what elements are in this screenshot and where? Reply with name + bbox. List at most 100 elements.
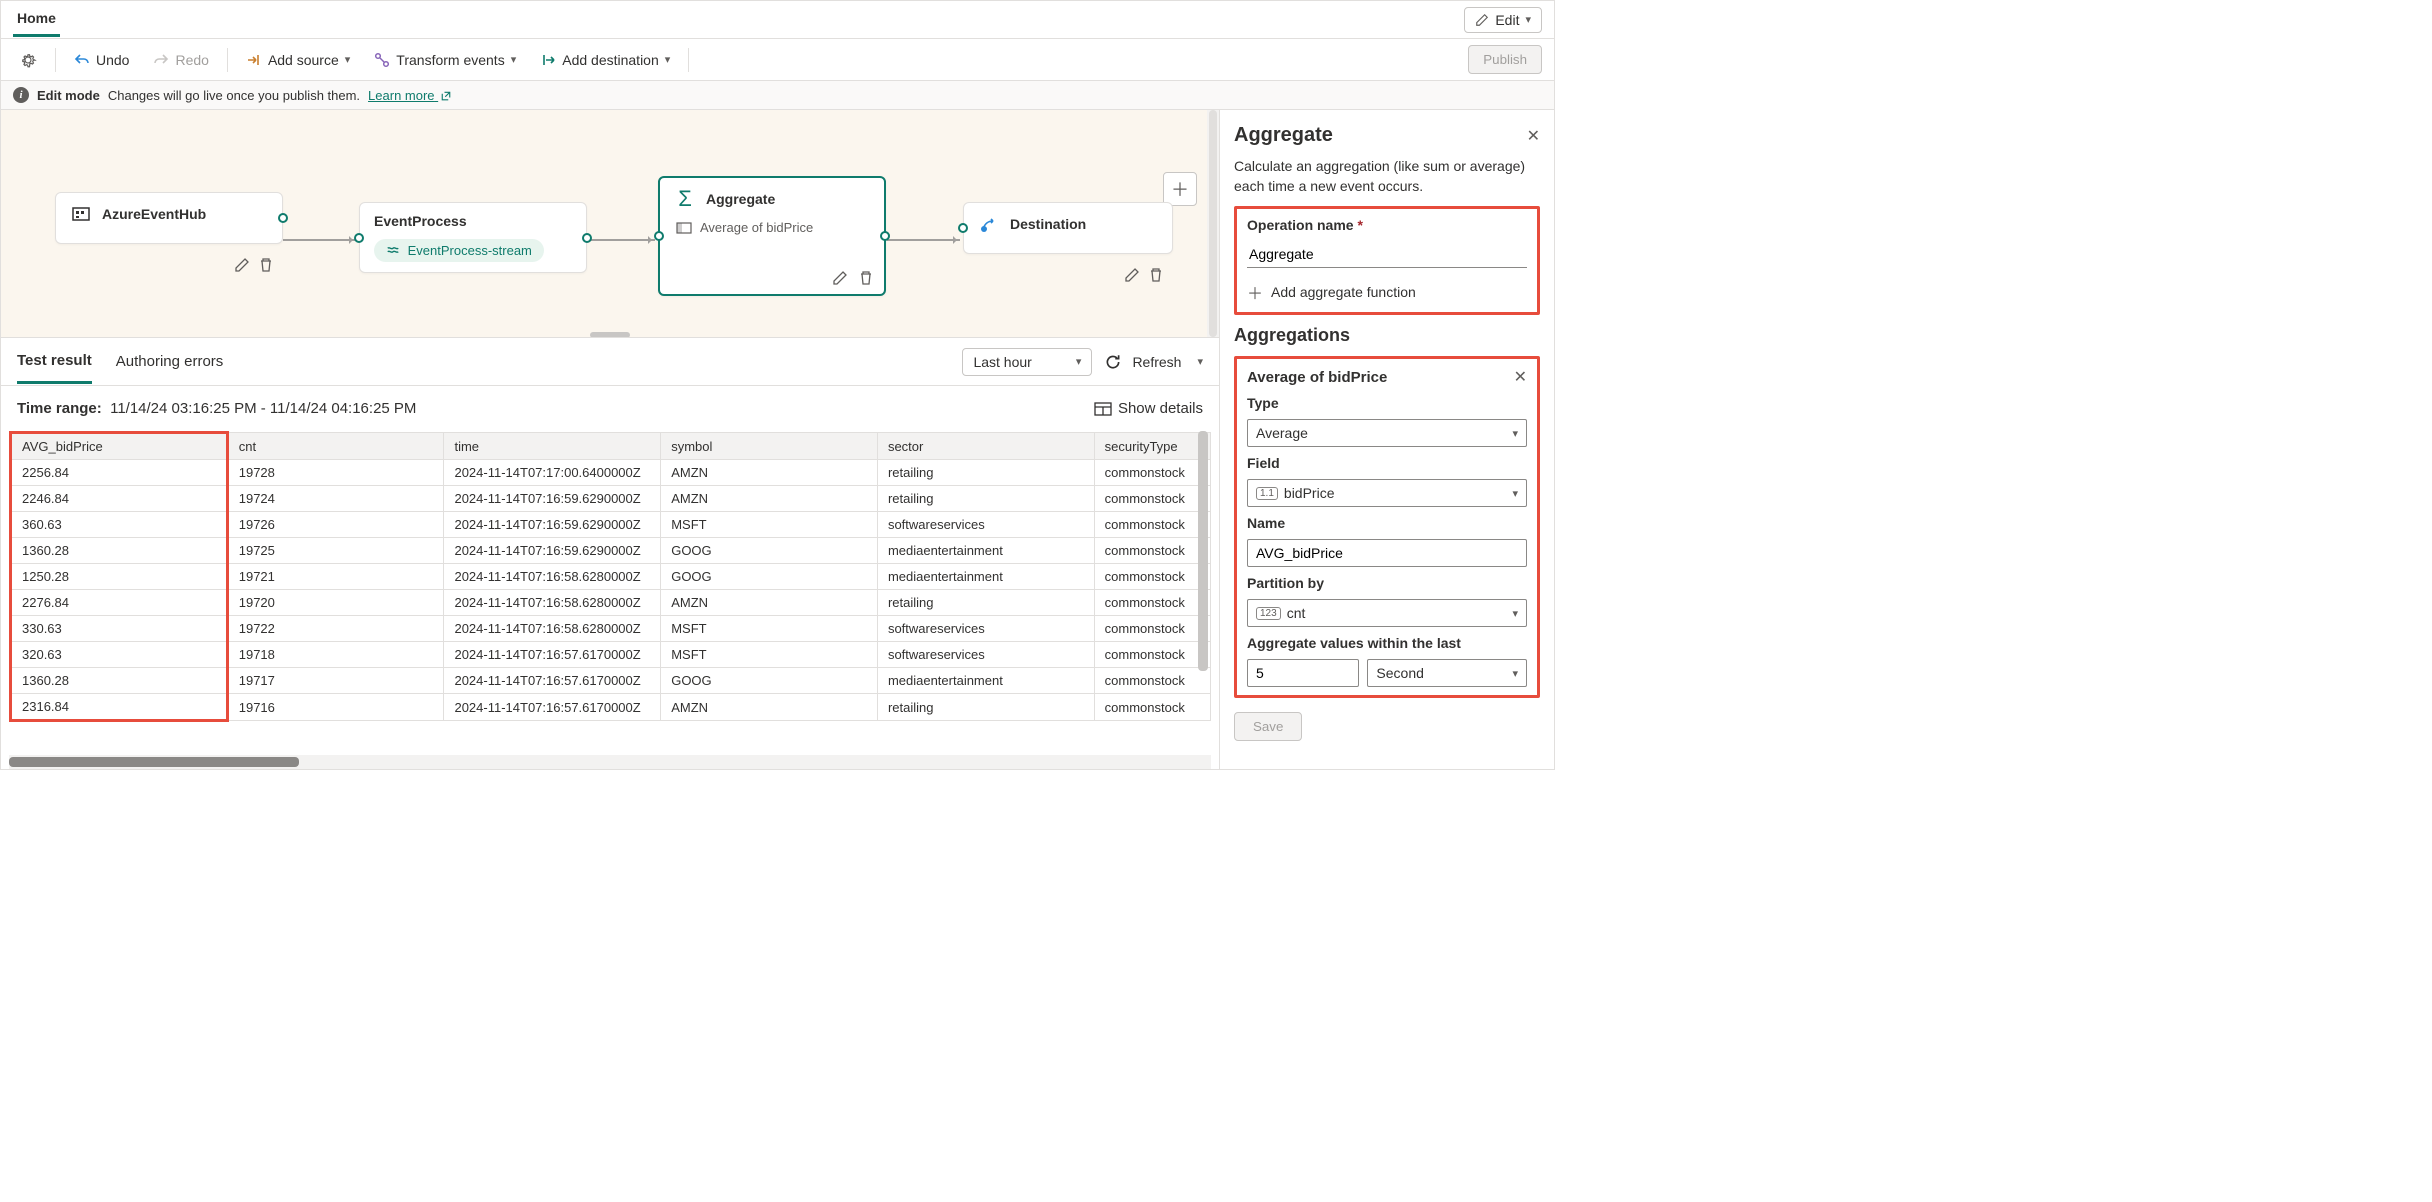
trash-icon[interactable] <box>858 270 874 286</box>
name-label: Name <box>1247 515 1527 531</box>
table-row[interactable]: 2316.84197162024-11-14T07:16:57.6170000Z… <box>11 694 1211 721</box>
partition-select[interactable]: 123 cnt ▾ <box>1247 599 1527 627</box>
show-details-button[interactable]: Show details <box>1094 400 1203 417</box>
column-header[interactable]: time <box>444 433 661 460</box>
within-unit-select[interactable]: Second ▾ <box>1367 659 1527 687</box>
add-aggregate-fn-button[interactable]: ＋ Add aggregate function <box>1247 276 1527 304</box>
table-row[interactable]: 320.63197182024-11-14T07:16:57.6170000ZM… <box>11 642 1211 668</box>
pencil-icon[interactable] <box>1124 267 1140 283</box>
type-select[interactable]: Average ▾ <box>1247 419 1527 447</box>
undo-button[interactable]: Undo <box>64 46 139 74</box>
column-header[interactable]: sector <box>877 433 1094 460</box>
tab-home[interactable]: Home <box>13 2 60 37</box>
canvas-scrollbar[interactable] <box>1207 110 1219 337</box>
add-dest-label: Add destination <box>562 52 659 68</box>
save-button[interactable]: Save <box>1234 712 1302 741</box>
panel-title: Aggregate <box>1234 124 1333 147</box>
table-cell: 19722 <box>227 616 444 642</box>
node-aggregate[interactable]: Σ Aggregate Average of bidPrice <box>658 176 886 296</box>
time-range-dropdown[interactable]: Last hour ▾ <box>962 348 1092 376</box>
add-node-button[interactable]: ＋ <box>1163 172 1197 206</box>
table-cell: 2024-11-14T07:16:58.6280000Z <box>444 616 661 642</box>
table-row[interactable]: 1360.28197252024-11-14T07:16:59.6290000Z… <box>11 538 1211 564</box>
table-cell: softwareservices <box>877 512 1094 538</box>
table-row[interactable]: 2246.84197242024-11-14T07:16:59.6290000Z… <box>11 486 1211 512</box>
settings-button[interactable] <box>9 45 47 75</box>
edge <box>587 239 655 241</box>
edit-dropdown[interactable]: Edit ▾ <box>1464 7 1542 33</box>
tab-authoring-errors[interactable]: Authoring errors <box>116 341 224 382</box>
table-cell: 19728 <box>227 460 444 486</box>
transform-label: Transform events <box>396 52 504 68</box>
pencil-icon[interactable] <box>832 270 848 286</box>
table-cell: AMZN <box>661 460 878 486</box>
tab-test-result[interactable]: Test result <box>17 340 92 384</box>
node-event-process[interactable]: EventProcess EventProcess-stream <box>359 202 587 273</box>
remove-aggregation-button[interactable]: ✕ <box>1514 367 1527 387</box>
plus-icon: ＋ <box>1247 280 1263 304</box>
transform-events-button[interactable]: Transform events ▾ <box>364 46 526 74</box>
table-cell: commonstock <box>1094 616 1210 642</box>
trash-icon[interactable] <box>1148 267 1164 283</box>
learn-more-link[interactable]: Learn more <box>368 88 452 103</box>
table-row[interactable]: 1250.28197212024-11-14T07:16:58.6280000Z… <box>11 564 1211 590</box>
column-header[interactable]: AVG_bidPrice <box>11 433 228 460</box>
refresh-button[interactable]: Refresh ▾ <box>1104 353 1203 371</box>
table-scrollbar-h[interactable] <box>9 755 1211 769</box>
column-header[interactable]: cnt <box>227 433 444 460</box>
trash-icon[interactable] <box>258 257 274 273</box>
table-cell: GOOG <box>661 538 878 564</box>
table-scrollbar-v[interactable] <box>1197 431 1209 745</box>
table-cell: commonstock <box>1094 694 1210 721</box>
table-cell: 2246.84 <box>11 486 228 512</box>
redo-button[interactable]: Redo <box>143 46 218 74</box>
toolbar: Undo Redo Add source ▾ Transform events … <box>1 39 1554 81</box>
table-cell: commonstock <box>1094 486 1210 512</box>
table-row[interactable]: 2276.84197202024-11-14T07:16:58.6280000Z… <box>11 590 1211 616</box>
table-row[interactable]: 2256.84197282024-11-14T07:17:00.6400000Z… <box>11 460 1211 486</box>
operation-section: Operation name * ＋ Add aggregate functio… <box>1234 206 1540 315</box>
table-row[interactable]: 330.63197222024-11-14T07:16:58.6280000ZM… <box>11 616 1211 642</box>
details-icon <box>1094 402 1112 416</box>
node-destination[interactable]: Destination <box>963 202 1173 254</box>
table-cell: mediaentertainment <box>877 668 1094 694</box>
table-cell: 2276.84 <box>11 590 228 616</box>
panel-description: Calculate an aggregation (like sum or av… <box>1234 157 1540 196</box>
field-select[interactable]: 1.1 bidPrice ▾ <box>1247 479 1527 507</box>
pill-label: EventProcess-stream <box>408 243 532 258</box>
column-header[interactable]: securityType <box>1094 433 1210 460</box>
within-value-input[interactable] <box>1247 659 1359 687</box>
node-title: AzureEventHub <box>102 206 206 222</box>
add-fn-label: Add aggregate function <box>1271 284 1416 300</box>
banner-title: Edit mode <box>37 88 100 103</box>
table-cell: AMZN <box>661 590 878 616</box>
flow-canvas[interactable]: ＋ AzureEventHub <box>1 110 1219 338</box>
table-cell: mediaentertainment <box>877 564 1094 590</box>
node-azure-event-hub[interactable]: AzureEventHub <box>55 192 283 244</box>
chevron-down-icon: ▾ <box>665 53 671 66</box>
results-table-wrap: AVG_bidPricecnttimesymbolsectorsecurityT… <box>1 431 1219 755</box>
edge <box>887 239 960 241</box>
add-destination-button[interactable]: Add destination ▾ <box>530 46 680 74</box>
edit-mode-banner: i Edit mode Changes will go live once yo… <box>1 81 1554 110</box>
node-title: Aggregate <box>706 191 775 207</box>
table-row[interactable]: 360.63197262024-11-14T07:16:59.6290000ZM… <box>11 512 1211 538</box>
undo-label: Undo <box>96 52 129 68</box>
add-source-button[interactable]: Add source ▾ <box>236 46 360 74</box>
table-cell: commonstock <box>1094 460 1210 486</box>
partition-label: Partition by <box>1247 575 1527 591</box>
operation-name-input[interactable] <box>1247 241 1527 268</box>
table-cell: 2256.84 <box>11 460 228 486</box>
table-cell: commonstock <box>1094 512 1210 538</box>
aggregation-item: Average of bidPrice ✕ Type Average ▾ Fie… <box>1234 356 1540 698</box>
table-cell: 320.63 <box>11 642 228 668</box>
close-panel-button[interactable]: ✕ <box>1527 126 1540 146</box>
chevron-down-icon: ▾ <box>345 53 351 66</box>
publish-button[interactable]: Publish <box>1468 45 1542 74</box>
column-header[interactable]: symbol <box>661 433 878 460</box>
table-row[interactable]: 1360.28197172024-11-14T07:16:57.6170000Z… <box>11 668 1211 694</box>
table-cell: 360.63 <box>11 512 228 538</box>
agg-name-input[interactable] <box>1247 539 1527 567</box>
resize-handle[interactable] <box>590 332 630 338</box>
pencil-icon[interactable] <box>234 257 250 273</box>
